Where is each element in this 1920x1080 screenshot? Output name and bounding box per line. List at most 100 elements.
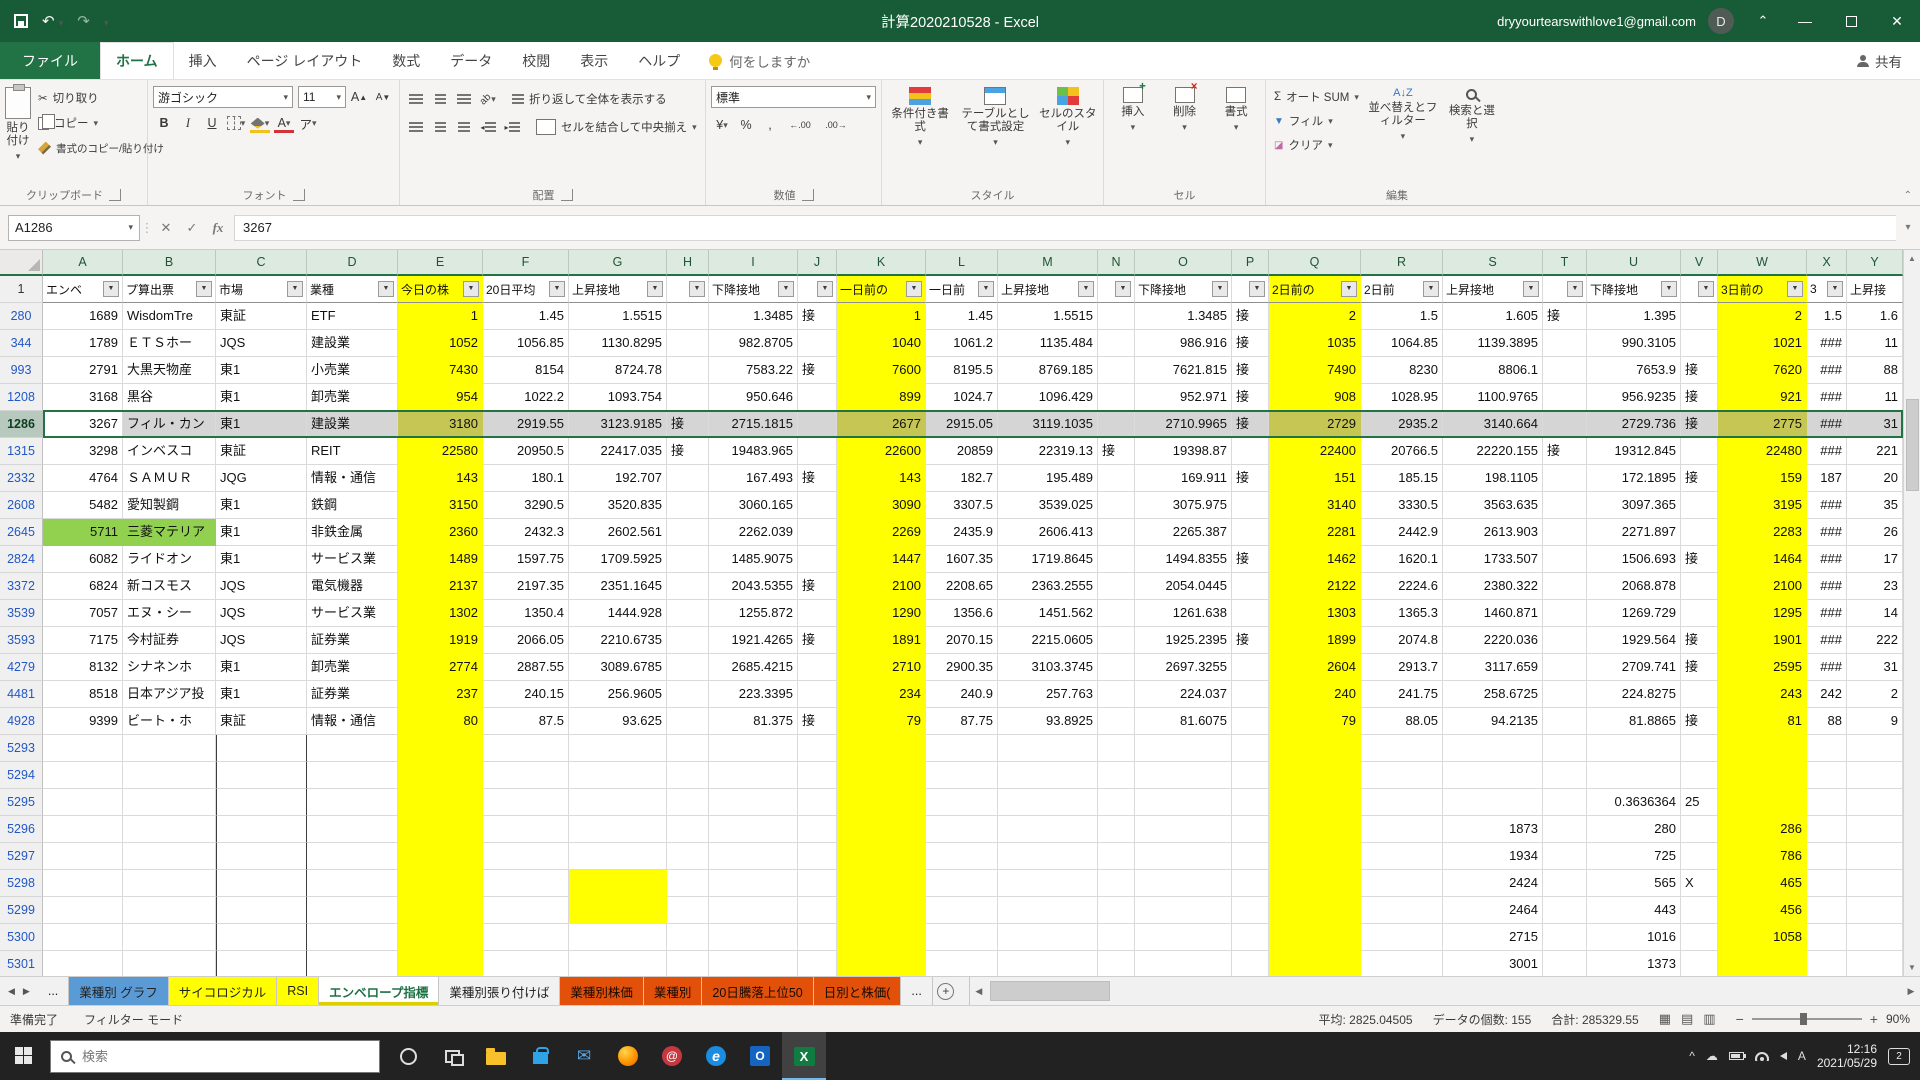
cell-U3539[interactable]: 1269.729	[1587, 600, 1681, 627]
cell-O3593[interactable]: 1925.2395	[1135, 627, 1232, 654]
cell-M5294[interactable]	[998, 762, 1098, 789]
cell-J1315[interactable]	[798, 438, 837, 465]
cell-M5299[interactable]	[998, 897, 1098, 924]
sheet-tab-...[interactable]: ...	[901, 977, 932, 1005]
cell-Y5300[interactable]	[1847, 924, 1903, 951]
cell-Q280[interactable]: 2	[1269, 303, 1361, 330]
row-header-3593[interactable]: 3593	[0, 627, 43, 654]
customize-qat-button[interactable]: ▾	[104, 13, 109, 30]
cell-N5301[interactable]	[1098, 951, 1135, 976]
page-layout-view-button[interactable]: ▤	[1681, 1011, 1693, 1027]
cell-D3593[interactable]: 証券業	[307, 627, 398, 654]
cell-R280[interactable]: 1.5	[1361, 303, 1443, 330]
task-view-button[interactable]	[430, 1032, 474, 1080]
cell-E2332[interactable]: 143	[398, 465, 483, 492]
cell-L344[interactable]: 1061.2	[926, 330, 998, 357]
cell-R5298[interactable]	[1361, 870, 1443, 897]
minimize-button[interactable]: —	[1782, 0, 1828, 42]
cell-D2608[interactable]: 鉄鋼	[307, 492, 398, 519]
ribbon-tab-数式[interactable]: 数式	[377, 42, 435, 79]
cell-S5300[interactable]: 2715	[1443, 924, 1543, 951]
cell-C3372[interactable]: JQS	[216, 573, 307, 600]
cell-R3539[interactable]: 1365.3	[1361, 600, 1443, 627]
cell-W993[interactable]: 7620	[1718, 357, 1807, 384]
cell-B3539[interactable]: エヌ・シー	[123, 600, 216, 627]
cell-T1286[interactable]	[1543, 411, 1587, 438]
cell-X5297[interactable]	[1807, 843, 1847, 870]
sort-filter-button[interactable]: A↓Z 並べ替えとフィルター▾	[1366, 83, 1440, 142]
cell-B5295[interactable]	[123, 789, 216, 816]
cell-H5301[interactable]	[667, 951, 709, 976]
cell-D5297[interactable]	[307, 843, 398, 870]
cell-R3593[interactable]: 2074.8	[1361, 627, 1443, 654]
cell-M2645[interactable]: 2606.413	[998, 519, 1098, 546]
cell-O5296[interactable]	[1135, 816, 1232, 843]
increase-decimal-button[interactable]: ←.00	[783, 114, 817, 136]
cell-B5294[interactable]	[123, 762, 216, 789]
cell-T4481[interactable]	[1543, 681, 1587, 708]
cell-F5301[interactable]	[483, 951, 569, 976]
ribbon-tab-校閲[interactable]: 校閲	[507, 42, 565, 79]
cell-Q5301[interactable]	[1269, 951, 1361, 976]
cell-G2332[interactable]: 192.707	[569, 465, 667, 492]
cell-X993[interactable]: ###	[1807, 357, 1847, 384]
cell-Q3593[interactable]: 1899	[1269, 627, 1361, 654]
cell-S993[interactable]: 8806.1	[1443, 357, 1543, 384]
cell-D344[interactable]: 建設業	[307, 330, 398, 357]
cell-J5296[interactable]	[798, 816, 837, 843]
dialog-launcher-icon[interactable]	[109, 189, 121, 201]
cell-V5293[interactable]	[1681, 735, 1718, 762]
cell-B5298[interactable]	[123, 870, 216, 897]
row-header-5296[interactable]: 5296	[0, 816, 43, 843]
cell-C4279[interactable]: 東1	[216, 654, 307, 681]
cell-W5296[interactable]: 286	[1718, 816, 1807, 843]
cell-X3372[interactable]: ###	[1807, 573, 1847, 600]
cell-C3593[interactable]: JQS	[216, 627, 307, 654]
column-header-Q[interactable]: Q	[1269, 250, 1361, 276]
cell-X4928[interactable]: 88	[1807, 708, 1847, 735]
cell-G4481[interactable]: 256.9605	[569, 681, 667, 708]
cell-G2608[interactable]: 3520.835	[569, 492, 667, 519]
cell-G280[interactable]: 1.5515	[569, 303, 667, 330]
cell-U1286[interactable]: 2729.736	[1587, 411, 1681, 438]
cell-N2645[interactable]	[1098, 519, 1135, 546]
cell-G3372[interactable]: 2351.1645	[569, 573, 667, 600]
cell-A2824[interactable]: 6082	[43, 546, 123, 573]
cell-G5296[interactable]	[569, 816, 667, 843]
shrink-font-button[interactable]: A▼	[372, 86, 394, 108]
cell-H4279[interactable]	[667, 654, 709, 681]
cell-T5296[interactable]	[1543, 816, 1587, 843]
cell-J1286[interactable]	[798, 411, 837, 438]
cell-C5297[interactable]	[216, 843, 307, 870]
dialog-launcher-icon[interactable]	[561, 189, 573, 201]
cell-E5298[interactable]	[398, 870, 483, 897]
cancel-formula-button[interactable]: ✕	[154, 220, 178, 236]
column-header-N[interactable]: N	[1098, 250, 1135, 276]
cell-D4928[interactable]: 情報・通信	[307, 708, 398, 735]
dialog-launcher-icon[interactable]	[802, 189, 814, 201]
wifi-icon[interactable]	[1755, 1052, 1769, 1061]
cell-I1208[interactable]: 950.646	[709, 384, 798, 411]
cell-M1315[interactable]: 22319.13	[998, 438, 1098, 465]
cell-T4928[interactable]	[1543, 708, 1587, 735]
row-header-5297[interactable]: 5297	[0, 843, 43, 870]
cell-F344[interactable]: 1056.85	[483, 330, 569, 357]
cell-B5293[interactable]	[123, 735, 216, 762]
cell-U5301[interactable]: 1373	[1587, 951, 1681, 976]
cell-J5297[interactable]	[798, 843, 837, 870]
cell-A5300[interactable]	[43, 924, 123, 951]
cell-L4481[interactable]: 240.9	[926, 681, 998, 708]
zoom-in-button[interactable]: +	[1870, 1011, 1878, 1027]
ribbon-tab-ホーム[interactable]: ホーム	[100, 42, 174, 79]
font-name-combo[interactable]: 游ゴシック▾	[153, 86, 293, 108]
row-header-1286[interactable]: 1286	[0, 411, 43, 438]
column-header-I[interactable]: I	[709, 250, 798, 276]
sheet-tab-業種別 グラフ[interactable]: 業種別 グラフ	[69, 977, 168, 1005]
filter-button-W[interactable]: ▼	[1787, 281, 1803, 297]
cell-W344[interactable]: 1021	[1718, 330, 1807, 357]
cell-H3539[interactable]	[667, 600, 709, 627]
sheet-tab-RSI[interactable]: RSI	[277, 977, 319, 1005]
zoom-slider-thumb[interactable]	[1800, 1013, 1807, 1025]
cell-O5295[interactable]	[1135, 789, 1232, 816]
cell-W1286[interactable]: 2775	[1718, 411, 1807, 438]
